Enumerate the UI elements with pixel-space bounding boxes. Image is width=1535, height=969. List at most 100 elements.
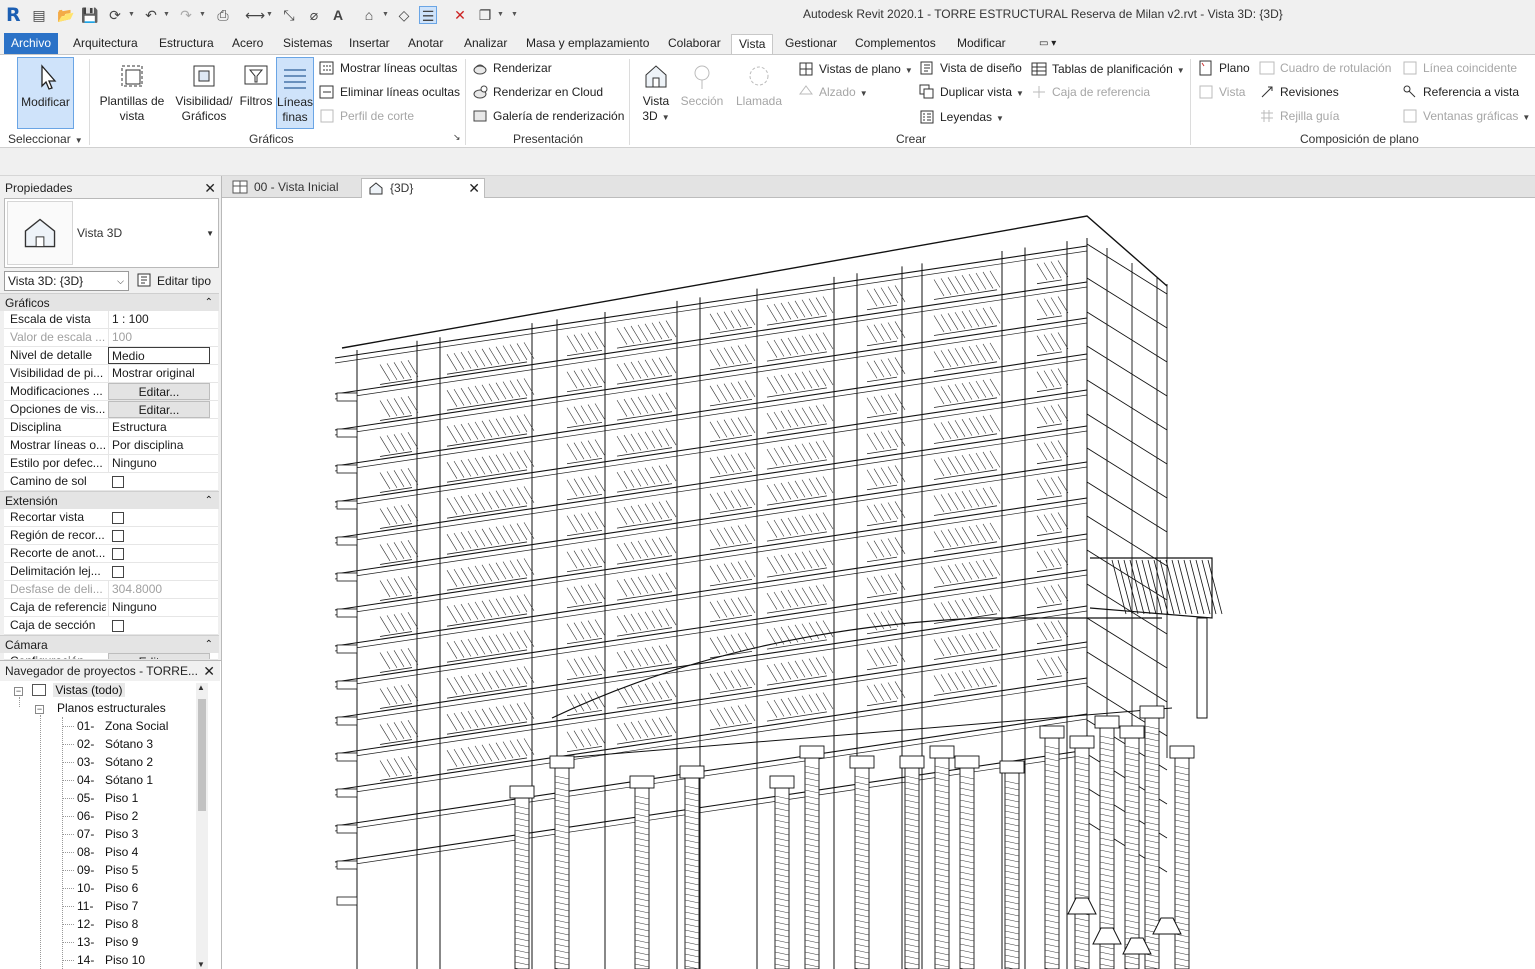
callout-button[interactable]: Llamada bbox=[733, 57, 785, 129]
tab-complementos[interactable]: Complementos bbox=[853, 34, 938, 55]
drafting-view-button[interactable]: Vista de diseño bbox=[919, 58, 1022, 78]
browser-scrollbar[interactable]: ▲ ▼ bbox=[196, 683, 208, 969]
3d-view-button[interactable]: Vista 3D ▼ bbox=[633, 57, 679, 129]
render-gallery-button[interactable]: Galería de renderización bbox=[472, 106, 624, 126]
property-checkbox[interactable] bbox=[112, 476, 124, 488]
property-checkbox[interactable] bbox=[112, 512, 124, 524]
property-value[interactable]: 1 : 100 bbox=[108, 311, 210, 328]
revit-logo[interactable]: R bbox=[6, 4, 24, 26]
view-tab-vista-inicial[interactable]: 00 - Vista Inicial bbox=[226, 178, 358, 198]
property-checkbox[interactable] bbox=[112, 566, 124, 578]
property-edit-button[interactable]: Editar... bbox=[108, 401, 210, 418]
property-row[interactable]: Camino de sol bbox=[4, 473, 218, 491]
group-extension[interactable]: Extensión ⌃ bbox=[0, 491, 219, 509]
revisions-button[interactable]: Revisiones bbox=[1259, 82, 1339, 102]
chevron-down-icon[interactable]: ▼ bbox=[266, 11, 274, 19]
property-row[interactable]: Caja de referencia Ninguno bbox=[4, 599, 218, 617]
chevron-down-icon[interactable]: ▼ bbox=[497, 11, 505, 19]
property-row[interactable]: Región de recor... bbox=[4, 527, 218, 545]
thin-lines-button[interactable]: Líneas finas bbox=[276, 57, 314, 129]
undo-icon[interactable]: ↶ bbox=[142, 6, 160, 24]
tree-view-item[interactable]: 02- Sótano 3 bbox=[77, 735, 153, 753]
chevron-down-icon[interactable]: ▼ bbox=[206, 229, 214, 238]
tab-estructura[interactable]: Estructura bbox=[157, 34, 216, 55]
chevron-down-icon[interactable]: ▼ bbox=[382, 11, 390, 19]
property-checkbox[interactable] bbox=[112, 620, 124, 632]
close-icon[interactable]: ✕ bbox=[468, 179, 480, 197]
render-button[interactable]: Renderizar bbox=[472, 58, 552, 78]
tree-view-item[interactable]: 07- Piso 3 bbox=[77, 825, 138, 843]
property-row[interactable]: Estilo por defec... Ninguno bbox=[4, 455, 218, 473]
collapse-icon[interactable]: − bbox=[14, 687, 23, 696]
tree-view-item[interactable]: 13- Piso 9 bbox=[77, 933, 138, 951]
show-hidden-lines-button[interactable]: Mostrar líneas ocultas bbox=[319, 58, 457, 78]
cut-profile-button[interactable]: Perfil de corte bbox=[319, 106, 414, 126]
default-3d-icon[interactable]: ⌂ bbox=[360, 6, 378, 24]
property-row[interactable]: Modificaciones ... Editar... bbox=[4, 383, 218, 401]
sheet-button[interactable]: Plano bbox=[1198, 58, 1250, 78]
tree-view-item[interactable]: 01- Zona Social bbox=[77, 717, 168, 735]
legends-button[interactable]: Leyendas ▼ bbox=[919, 107, 1004, 127]
tab-vista[interactable]: Vista bbox=[731, 34, 774, 55]
tree-view-item[interactable]: 14- Piso 10 bbox=[77, 951, 145, 969]
property-value[interactable]: Medio bbox=[108, 347, 210, 364]
tree-view-item[interactable]: 10- Piso 6 bbox=[77, 879, 138, 897]
close-hidden-icon[interactable]: ✕ bbox=[451, 6, 469, 24]
panel-title-seleccionar[interactable]: Seleccionar ▼ bbox=[8, 132, 83, 146]
property-checkbox[interactable] bbox=[112, 548, 124, 560]
property-value[interactable]: Ninguno bbox=[108, 455, 210, 472]
tree-view-item[interactable]: 03- Sótano 2 bbox=[77, 753, 153, 771]
scroll-thumb[interactable] bbox=[198, 699, 206, 811]
collapse-icon[interactable]: − bbox=[35, 705, 44, 714]
property-row[interactable]: Escala de vista 1 : 100 bbox=[4, 311, 218, 329]
duplicate-view-button[interactable]: Duplicar vista ▼ bbox=[919, 82, 1024, 102]
scroll-up-icon[interactable]: ▲ bbox=[197, 683, 205, 692]
thin-lines-icon[interactable]: ☰ bbox=[419, 6, 437, 24]
property-row[interactable]: Mostrar líneas o... Por disciplina bbox=[4, 437, 218, 455]
switch-windows-icon[interactable]: ❐ bbox=[476, 6, 494, 24]
tree-view-item[interactable]: 08- Piso 4 bbox=[77, 843, 138, 861]
property-value[interactable]: Por disciplina bbox=[108, 437, 210, 454]
chevron-down-icon[interactable]: ▼ bbox=[128, 11, 136, 19]
scope-box-button[interactable]: Caja de referencia bbox=[1031, 82, 1150, 102]
dimension-icon[interactable]: ⤡ bbox=[280, 6, 298, 24]
customize-icon[interactable]: ▼ bbox=[511, 11, 519, 19]
view-tab-3d[interactable]: {3D} ✕ bbox=[361, 178, 485, 198]
save-icon[interactable]: 💾 bbox=[81, 6, 99, 24]
property-row[interactable]: Delimitación lej... bbox=[4, 563, 218, 581]
render-cloud-button[interactable]: Renderizar en Cloud bbox=[472, 82, 603, 102]
section-button[interactable]: Sección bbox=[680, 57, 724, 129]
close-icon[interactable]: ✕ bbox=[203, 661, 215, 681]
tree-view-item[interactable]: 05- Piso 1 bbox=[77, 789, 138, 807]
property-row[interactable]: Configuración ...Editar... bbox=[4, 653, 218, 660]
edit-type-button[interactable]: Editar tipo bbox=[135, 271, 211, 291]
tree-view-item[interactable]: 12- Piso 8 bbox=[77, 915, 138, 933]
elevation-button[interactable]: Alzado ▼ bbox=[798, 82, 868, 102]
chevron-down-icon[interactable]: ▼ bbox=[163, 11, 171, 19]
plan-views-button[interactable]: Vistas de plano ▼ bbox=[798, 59, 913, 79]
tab-colaborar[interactable]: Colaborar bbox=[666, 34, 723, 55]
view-templates-button[interactable]: Plantillas de vista bbox=[97, 57, 167, 129]
property-checkbox[interactable] bbox=[112, 530, 124, 542]
tree-view-item[interactable]: 09- Piso 5 bbox=[77, 861, 138, 879]
remove-hidden-lines-button[interactable]: Eliminar líneas ocultas bbox=[319, 82, 460, 102]
tree-view-item[interactable]: 11- Piso 7 bbox=[77, 897, 138, 915]
place-view-button[interactable]: Vista bbox=[1198, 82, 1245, 102]
guide-grid-button[interactable]: Rejilla guía bbox=[1259, 106, 1339, 126]
visibility-graphics-button[interactable]: Visibilidad/ Gráficos bbox=[172, 57, 236, 129]
dialog-launcher-icon[interactable]: ↘ bbox=[453, 132, 461, 143]
sync-icon[interactable]: ⟳ bbox=[106, 6, 124, 24]
chevron-down-icon[interactable]: ▼ bbox=[199, 11, 207, 19]
tab-sistemas[interactable]: Sistemas bbox=[281, 34, 334, 55]
text-icon[interactable]: A bbox=[329, 6, 347, 24]
property-row[interactable]: Opciones de vis... Editar... bbox=[4, 401, 218, 419]
structural-model-drawing[interactable] bbox=[222, 198, 1535, 969]
print-icon[interactable]: ⎙ bbox=[214, 6, 232, 24]
tree-view-item[interactable]: 06- Piso 2 bbox=[77, 807, 138, 825]
property-row[interactable]: Visibilidad de pi... Mostrar original bbox=[4, 365, 218, 383]
3d-view-canvas[interactable] bbox=[222, 198, 1535, 969]
tree-root[interactable]: Vistas (todo) bbox=[32, 681, 125, 699]
property-row[interactable]: Recorte de anot... bbox=[4, 545, 218, 563]
tab-gestionar[interactable]: Gestionar bbox=[783, 34, 839, 55]
viewports-button[interactable]: Ventanas gráficas ▼ bbox=[1402, 106, 1530, 126]
